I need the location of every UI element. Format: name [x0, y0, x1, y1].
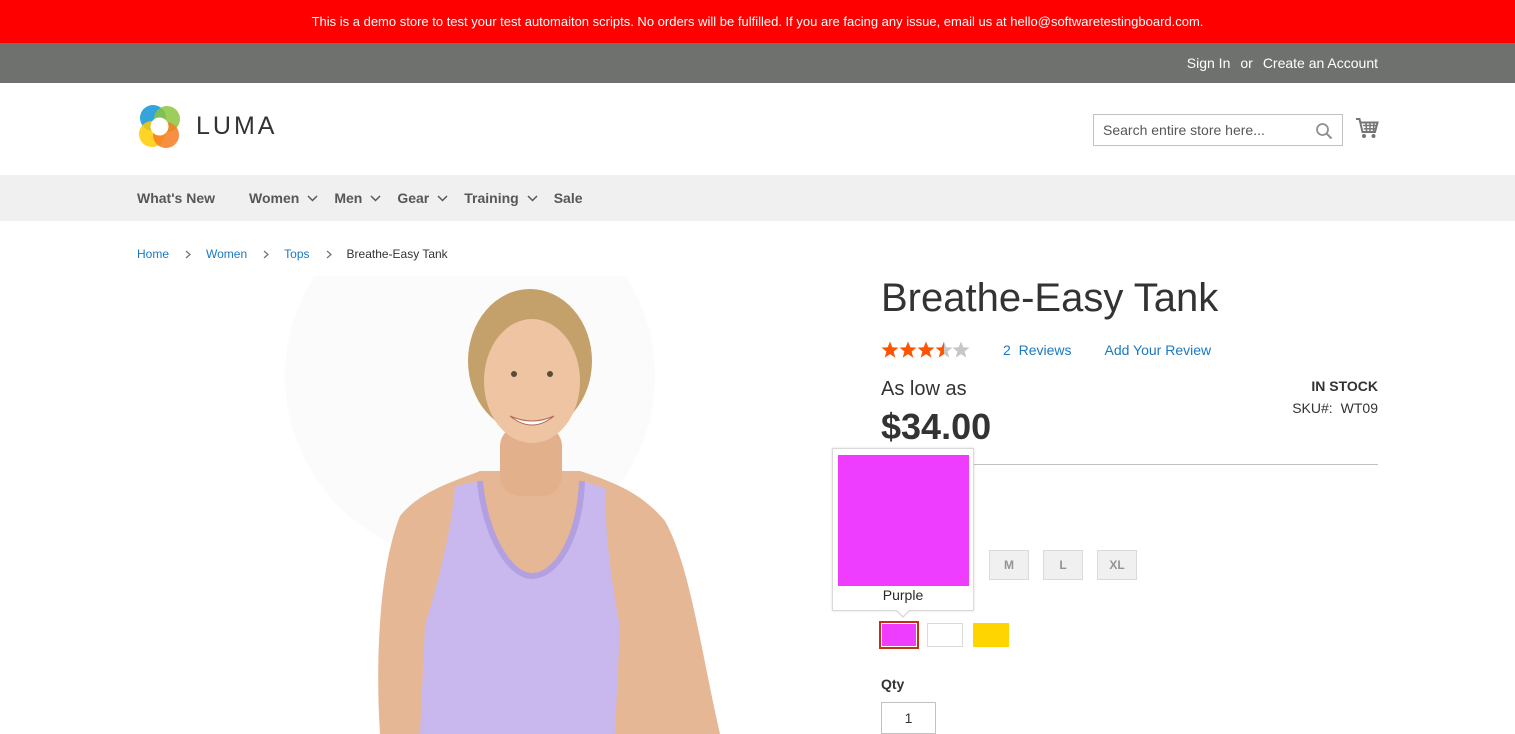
- size-swatch-m[interactable]: M: [989, 550, 1029, 580]
- nav-item-women[interactable]: Women: [249, 190, 318, 206]
- main-navigation: What's New Women Men Gear Training Sale: [0, 175, 1515, 221]
- stock-status: IN STOCK: [1311, 378, 1378, 394]
- tooltip-swatch-preview: [838, 455, 969, 586]
- store-logo[interactable]: LUMA: [137, 104, 277, 149]
- size-swatch-xl[interactable]: XL: [1097, 550, 1137, 580]
- logo-wordmark: LUMA: [196, 112, 278, 140]
- add-review-link[interactable]: Add Your Review: [1104, 342, 1211, 358]
- cart-icon[interactable]: [1355, 117, 1379, 139]
- create-account-link[interactable]: Create an Account: [1263, 55, 1378, 71]
- sku-label: SKU#:: [1292, 400, 1333, 416]
- header-content: LUMA: [0, 83, 1515, 175]
- color-swatch-purple[interactable]: [879, 621, 919, 649]
- search-input[interactable]: [1094, 115, 1342, 145]
- nav-item-gear[interactable]: Gear: [397, 190, 448, 206]
- sku-value: WT09: [1340, 400, 1378, 416]
- breadcrumb-current: Breathe-Easy Tank: [346, 247, 448, 261]
- product-image[interactable]: [280, 276, 750, 734]
- reviews-link[interactable]: 2 Reviews: [1003, 342, 1071, 358]
- nav-item-men[interactable]: Men: [334, 190, 381, 206]
- tooltip-arrow: [895, 609, 911, 618]
- chevron-down-icon: [437, 194, 448, 202]
- sign-in-link[interactable]: Sign In: [1187, 55, 1231, 71]
- product-price: $34.00: [881, 406, 992, 447]
- chevron-right-icon: [263, 250, 270, 258]
- product-sku: SKU#: WT09: [1292, 400, 1378, 416]
- star-rating-icon: [881, 341, 970, 358]
- demo-store-notice: This is a demo store to test your test a…: [0, 0, 1515, 43]
- product-rating: 2 Reviews Add Your Review: [881, 341, 1211, 359]
- header-panel: Sign In or Create an Account: [0, 43, 1515, 83]
- tooltip-label: Purple: [882, 587, 924, 603]
- breadcrumb-women[interactable]: Women: [206, 247, 247, 261]
- nav-item-sale[interactable]: Sale: [554, 190, 583, 206]
- swatch-tooltip: Purple: [832, 448, 974, 618]
- color-swatch-white[interactable]: [927, 623, 963, 647]
- chevron-down-icon: [527, 194, 538, 202]
- nav-item-training[interactable]: Training: [464, 190, 538, 206]
- color-swatch-yellow[interactable]: [973, 623, 1009, 647]
- chevron-right-icon: [185, 250, 191, 258]
- search-box: [1093, 114, 1343, 146]
- chevron-right-icon: [326, 250, 332, 258]
- nav-item-whats-new[interactable]: What's New: [137, 190, 215, 206]
- header-links: Sign In or Create an Account: [1187, 43, 1378, 83]
- qty-label: Qty: [881, 676, 905, 692]
- breadcrumb: Home Women Tops Breathe-Easy Tank: [137, 247, 448, 261]
- luma-logo-icon: [139, 105, 180, 148]
- or-text: or: [1240, 55, 1253, 71]
- chevron-down-icon: [370, 194, 381, 202]
- breadcrumb-home[interactable]: Home: [137, 247, 169, 261]
- chevron-down-icon: [307, 194, 318, 202]
- color-swatches: [879, 621, 1019, 649]
- qty-input[interactable]: [881, 702, 936, 734]
- price-label: As low as: [881, 378, 967, 400]
- product-title: Breathe-Easy Tank: [881, 276, 1219, 320]
- breadcrumb-tops[interactable]: Tops: [284, 247, 309, 261]
- search-icon[interactable]: [1315, 122, 1333, 140]
- size-swatch-l[interactable]: L: [1043, 550, 1083, 580]
